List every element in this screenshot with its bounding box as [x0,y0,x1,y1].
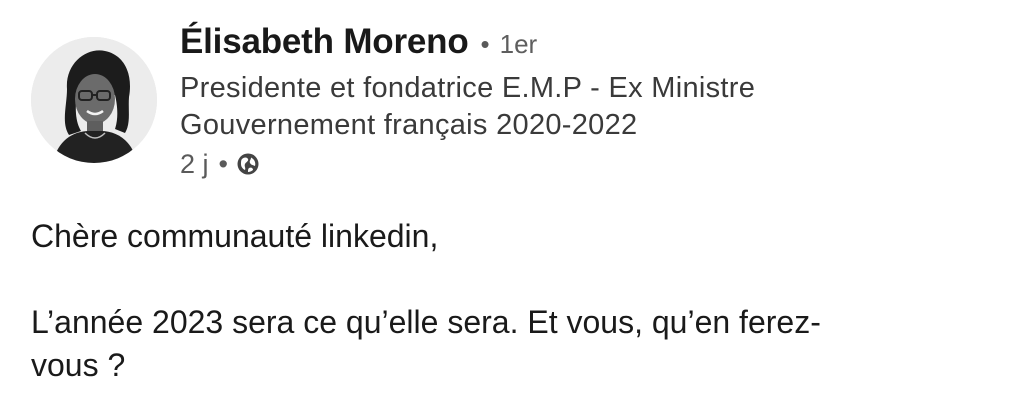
headline-line: Presidente et fondatrice E.M.P - Ex Mini… [180,72,756,104]
post-text-line: L’année 2023 sera ce qu’elle sera. Et vo… [31,304,821,340]
headline-line: Gouvernement français 2020-2022 [180,109,638,141]
post-text-line: vous ? [31,347,126,383]
connection-degree: 1er [499,29,538,59]
separator-dot: • [218,148,228,179]
post-content: Chère communauté linkedin, L’année 2023 … [31,215,991,387]
linkedin-post: Élisabeth Moreno • 1er Presidente et fon… [0,0,1024,420]
separator-dot: • [480,29,490,59]
globe-icon [236,152,260,176]
author-avatar[interactable] [31,37,157,163]
author-name[interactable]: Élisabeth Moreno [180,22,469,62]
post-meta: 2 j • [180,146,260,182]
author-name-row: Élisabeth Moreno • 1er [180,22,537,66]
post-time: 2 j [180,148,209,179]
post-text-line: Chère communauté linkedin, [31,218,439,254]
avatar-photo [31,37,157,163]
author-headline: Presidente et fondatrice E.M.P - Ex Mini… [180,70,900,144]
